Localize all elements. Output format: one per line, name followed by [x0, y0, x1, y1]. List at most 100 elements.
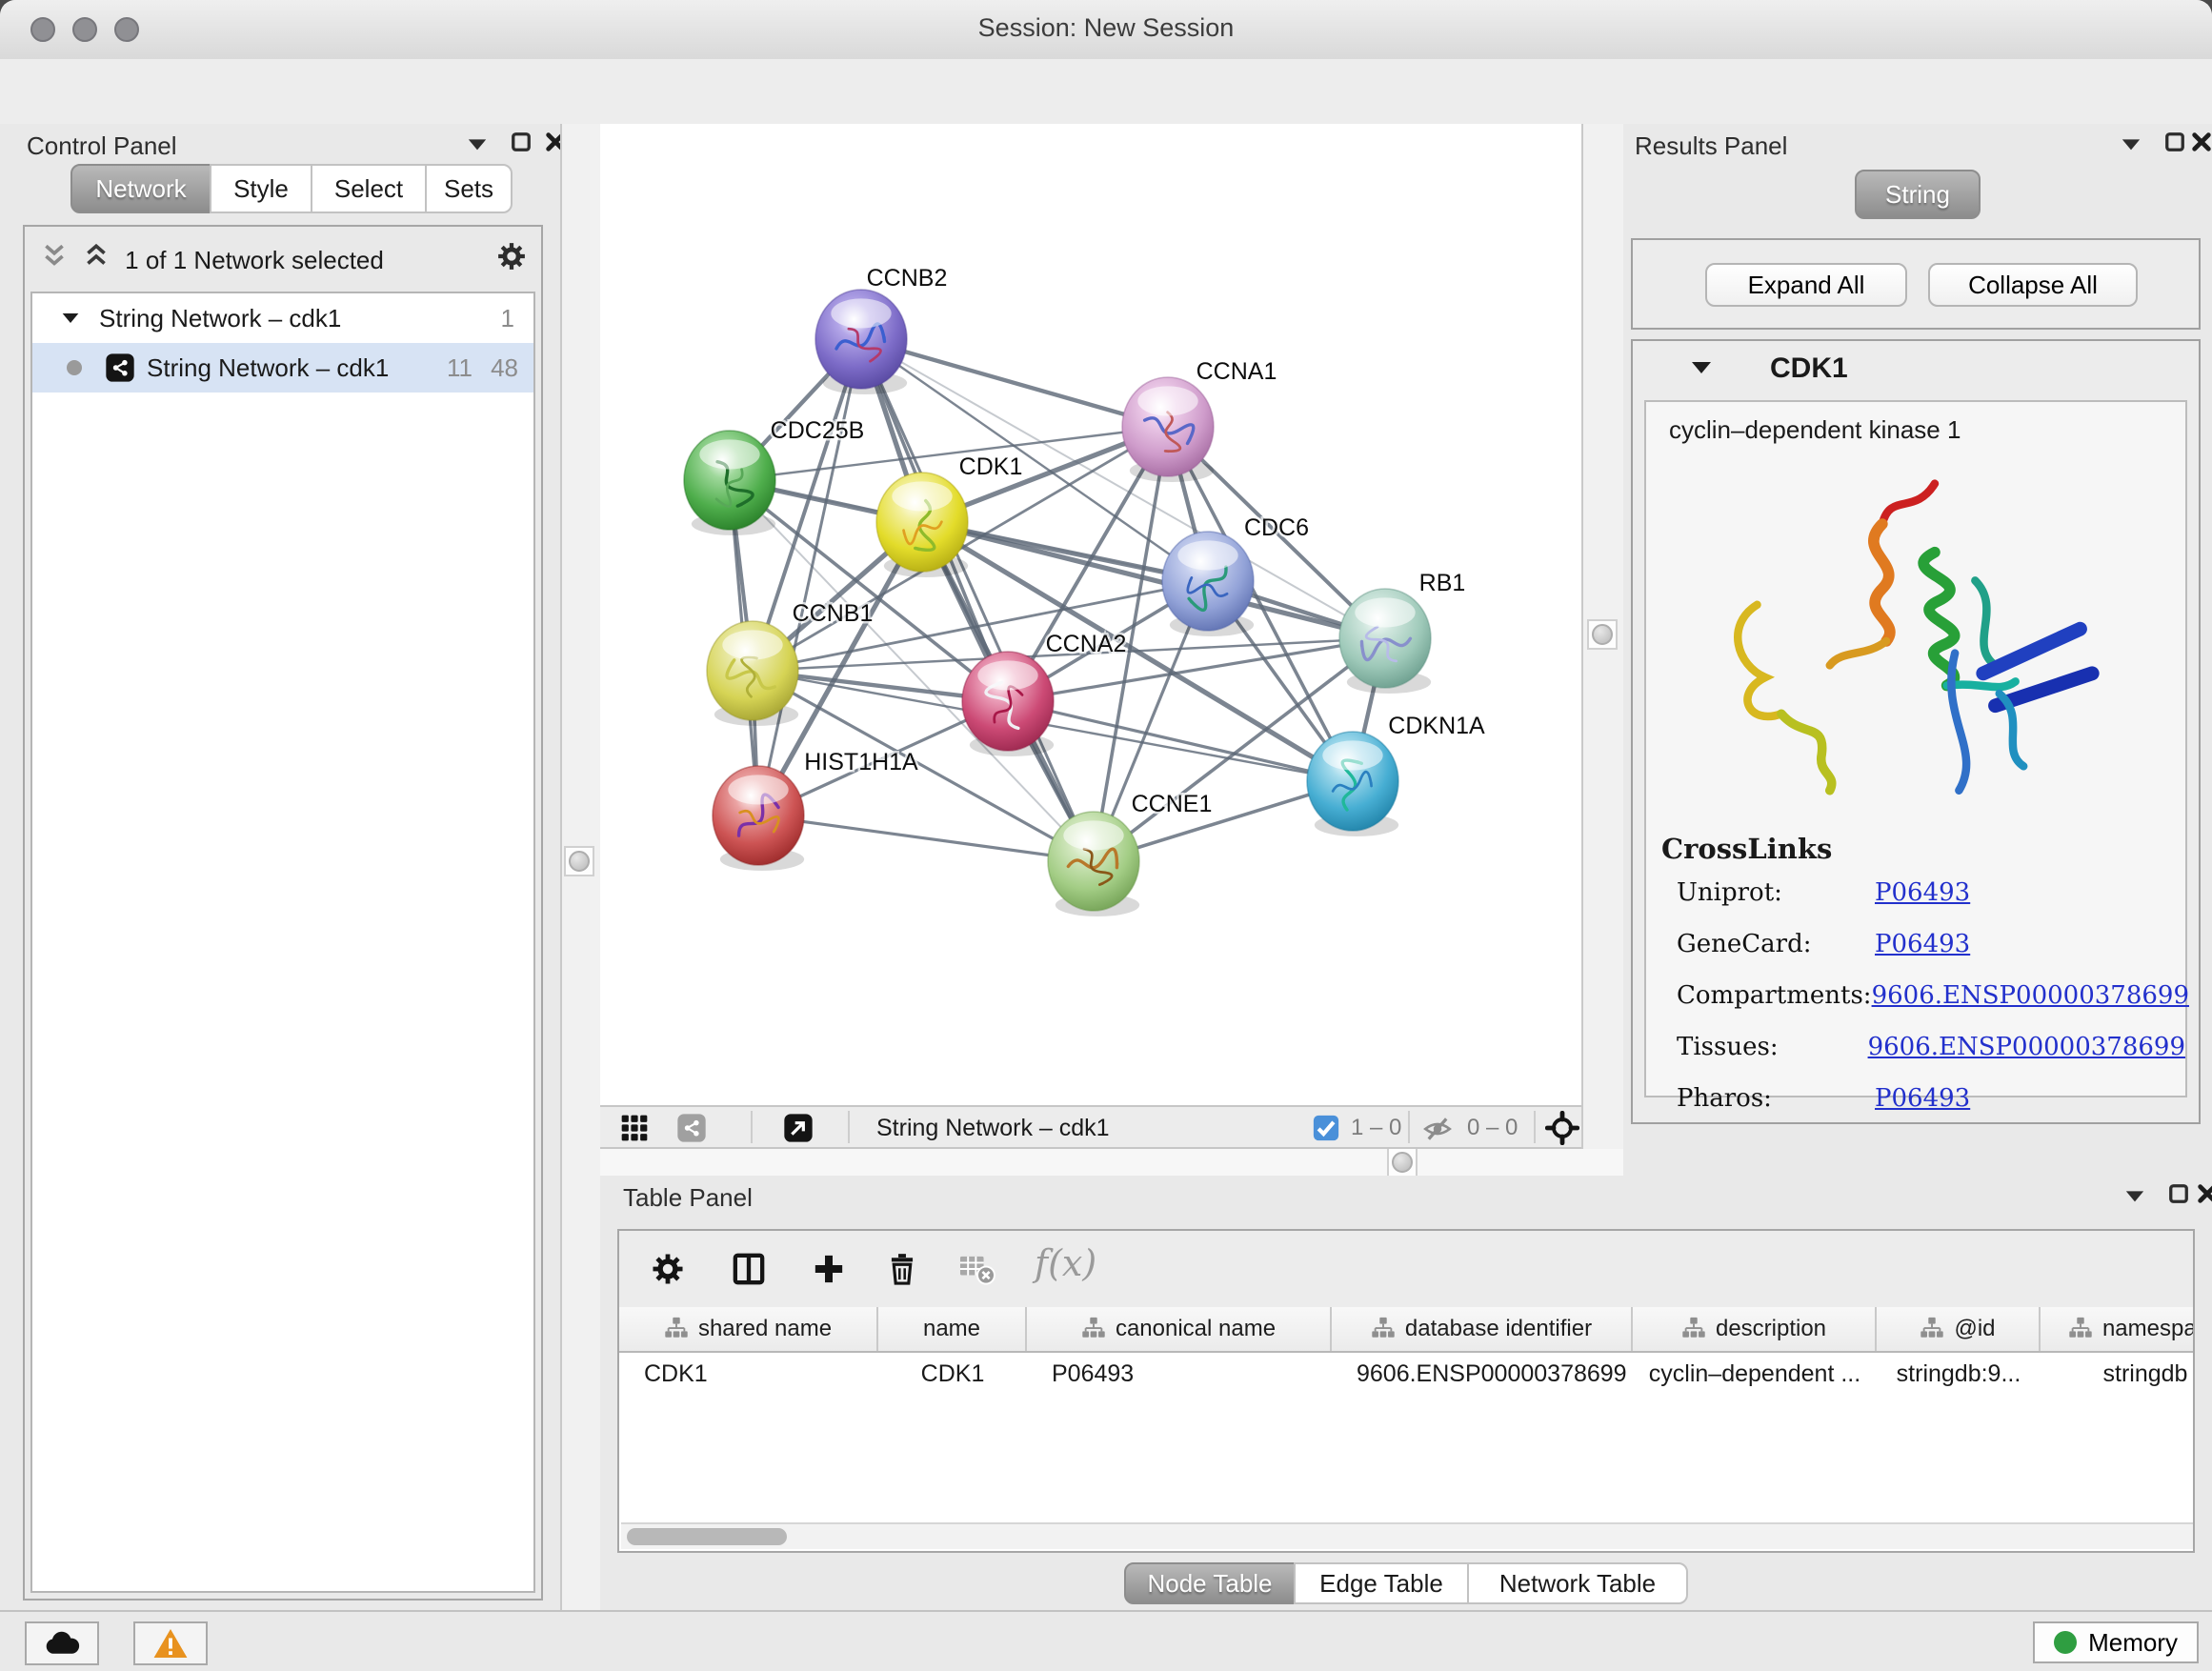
- control-panel-float-button[interactable]: [511, 131, 532, 152]
- warnings-button[interactable]: [133, 1621, 208, 1665]
- node-label-HIST1H1A: HIST1H1A: [804, 749, 918, 775]
- left-splitter-grip[interactable]: [564, 846, 594, 876]
- column-header-name[interactable]: name: [878, 1307, 1027, 1351]
- warning-icon: [152, 1627, 189, 1660]
- network-view-button[interactable]: [676, 1113, 707, 1143]
- results-panel-menu-button[interactable]: [2121, 135, 2142, 152]
- crosslink-value-link[interactable]: 9606.ENSP00000378699: [1868, 1033, 2185, 1061]
- table-cell[interactable]: stringdb:9...: [1877, 1353, 2041, 1395]
- network-node-CCNA1[interactable]: CCNA1: [1122, 358, 1277, 482]
- protein-structure-image: [1692, 455, 2145, 829]
- fit-selected-button[interactable]: [1545, 1111, 1579, 1145]
- crosshair-icon: [1545, 1111, 1579, 1145]
- network-node-CDK1[interactable]: CDK1: [876, 453, 1022, 577]
- network-edge-count: 48: [491, 353, 518, 383]
- table-cell[interactable]: stringdb: [2041, 1353, 2195, 1395]
- column-tree-icon: [1920, 1317, 1944, 1341]
- crosslink-value-link[interactable]: P06493: [1875, 878, 1970, 907]
- table-header-row: shared namenamecanonical namedatabase id…: [619, 1307, 2193, 1353]
- cloud-status-button[interactable]: [25, 1621, 99, 1665]
- network-list-box: 1 of 1 Network selected String Network –…: [23, 225, 543, 1601]
- selected-checkbox[interactable]: [1313, 1115, 1339, 1141]
- table-horizontal-scrollbar[interactable]: [621, 1522, 2195, 1549]
- table-cell[interactable]: P06493: [1027, 1353, 1332, 1395]
- control-panel-title: Control Panel: [27, 131, 177, 161]
- table-toolbar: f(x): [619, 1231, 2193, 1307]
- network-icon: [105, 352, 135, 383]
- table-panel-float-button[interactable]: [2168, 1183, 2189, 1204]
- network-collection-label: String Network – cdk1: [99, 304, 341, 333]
- crosslink-value-link[interactable]: P06493: [1875, 1084, 1970, 1113]
- column-tree-icon: [1371, 1317, 1396, 1341]
- delete-table-button[interactable]: [956, 1244, 1014, 1294]
- network-node-RB1[interactable]: RB1: [1339, 570, 1465, 694]
- protein-section-expander[interactable]: [1690, 358, 1713, 377]
- birds-eye-view-button[interactable]: [783, 1113, 814, 1143]
- table-cell[interactable]: CDK1: [619, 1353, 878, 1395]
- tab-sets[interactable]: Sets: [425, 164, 513, 213]
- network-node-CCNB2[interactable]: CCNB2: [815, 265, 947, 394]
- column-header-namespace[interactable]: namespace: [2041, 1307, 2195, 1351]
- tab-string[interactable]: String: [1855, 170, 1981, 219]
- control-panel-tabs: NetworkStyleSelectSets: [70, 164, 513, 213]
- trash-icon: [884, 1250, 920, 1288]
- network-node-CCNE1[interactable]: CCNE1: [1048, 791, 1212, 916]
- crosslink-value-link[interactable]: P06493: [1875, 930, 1970, 958]
- results-panel-float-button[interactable]: [2164, 131, 2185, 152]
- close-icon: [2191, 131, 2212, 152]
- network-canvas[interactable]: CCNB2CCNA1CDC25BCDK1CDC6RB1CCNB1CCNA2CDK…: [600, 124, 1581, 1105]
- collapse-all-button[interactable]: Collapse All: [1928, 263, 2138, 307]
- column-header-database-identifier[interactable]: database identifier: [1332, 1307, 1633, 1351]
- crosslink-value-link[interactable]: 9606.ENSP00000378699: [1872, 981, 2189, 1010]
- column-header-description[interactable]: description: [1633, 1307, 1877, 1351]
- crosslink-label: Tissues:: [1677, 1033, 1868, 1061]
- expand-all-button[interactable]: Expand All: [1705, 263, 1907, 307]
- grid-view-button[interactable]: [619, 1113, 650, 1143]
- network-node-HIST1H1A[interactable]: HIST1H1A: [713, 749, 918, 871]
- network-graph: CCNB2CCNA1CDC25BCDK1CDC6RB1CCNB1CCNA2CDK…: [600, 124, 1581, 1105]
- network-node-CDC25B[interactable]: CDC25B: [684, 417, 864, 535]
- results-panel-close-button[interactable]: [2191, 131, 2212, 152]
- status-bar: Memory: [0, 1610, 2212, 1671]
- network-collection-row[interactable]: String Network – cdk1 1: [32, 293, 533, 343]
- network-node-CDC6[interactable]: CDC6: [1162, 514, 1309, 636]
- column-header-shared-name[interactable]: shared name: [619, 1307, 878, 1351]
- network-list-options-button[interactable]: [495, 240, 528, 272]
- selected-node-edge-counts: 1 – 0: [1351, 1115, 1401, 1141]
- tab-style[interactable]: Style: [210, 164, 312, 213]
- table-panel-close-button[interactable]: [2197, 1183, 2212, 1204]
- tab-network[interactable]: Network: [70, 164, 211, 213]
- results-panel: Results Panel String Expand All Collapse…: [1623, 124, 2212, 1176]
- table-cell[interactable]: cyclin–dependent ...: [1633, 1353, 1877, 1395]
- network-tree: String Network – cdk1 1 String Network –…: [30, 292, 535, 1593]
- scrollbar-thumb[interactable]: [627, 1528, 787, 1545]
- horizontal-splitter-grip[interactable]: [1387, 1147, 1418, 1178]
- network-node-CCNB1[interactable]: CCNB1: [707, 600, 873, 726]
- table-cell[interactable]: 9606.ENSP00000378699: [1332, 1353, 1633, 1395]
- table-panel-menu-button[interactable]: [2124, 1187, 2145, 1204]
- crosslink-label: Uniprot:: [1677, 878, 1875, 907]
- crosslinks-title: CrossLinks: [1661, 833, 1832, 865]
- column-header-canonical-name[interactable]: canonical name: [1027, 1307, 1332, 1351]
- create-column-button[interactable]: [810, 1244, 867, 1294]
- table-row[interactable]: CDK1CDK1P064939606.ENSP00000378699cyclin…: [619, 1353, 2193, 1395]
- control-panel-menu-button[interactable]: [467, 135, 488, 152]
- function-builder-button[interactable]: f(x): [1035, 1242, 1096, 1284]
- tab-select[interactable]: Select: [311, 164, 427, 213]
- memory-button[interactable]: Memory: [2033, 1621, 2199, 1663]
- node-label-CDC6: CDC6: [1244, 514, 1309, 541]
- table-options-button[interactable]: [650, 1244, 707, 1294]
- show-columns-button[interactable]: [730, 1244, 787, 1294]
- tab-network-table[interactable]: Network Table: [1467, 1562, 1688, 1604]
- node-label-CCNB2: CCNB2: [867, 265, 948, 292]
- memory-label: Memory: [2088, 1628, 2178, 1658]
- table-cell[interactable]: CDK1: [878, 1353, 1027, 1395]
- column-header--id[interactable]: @id: [1877, 1307, 2041, 1351]
- network-node-CDKN1A[interactable]: CDKN1A: [1307, 713, 1485, 836]
- right-splitter-grip[interactable]: [1587, 619, 1618, 650]
- tab-edge-table[interactable]: Edge Table: [1294, 1562, 1469, 1604]
- delete-column-button[interactable]: [884, 1244, 941, 1294]
- right-splitter[interactable]: [1581, 124, 1627, 1176]
- tab-node-table[interactable]: Node Table: [1124, 1562, 1296, 1604]
- network-row[interactable]: String Network – cdk1 11 48: [32, 343, 533, 393]
